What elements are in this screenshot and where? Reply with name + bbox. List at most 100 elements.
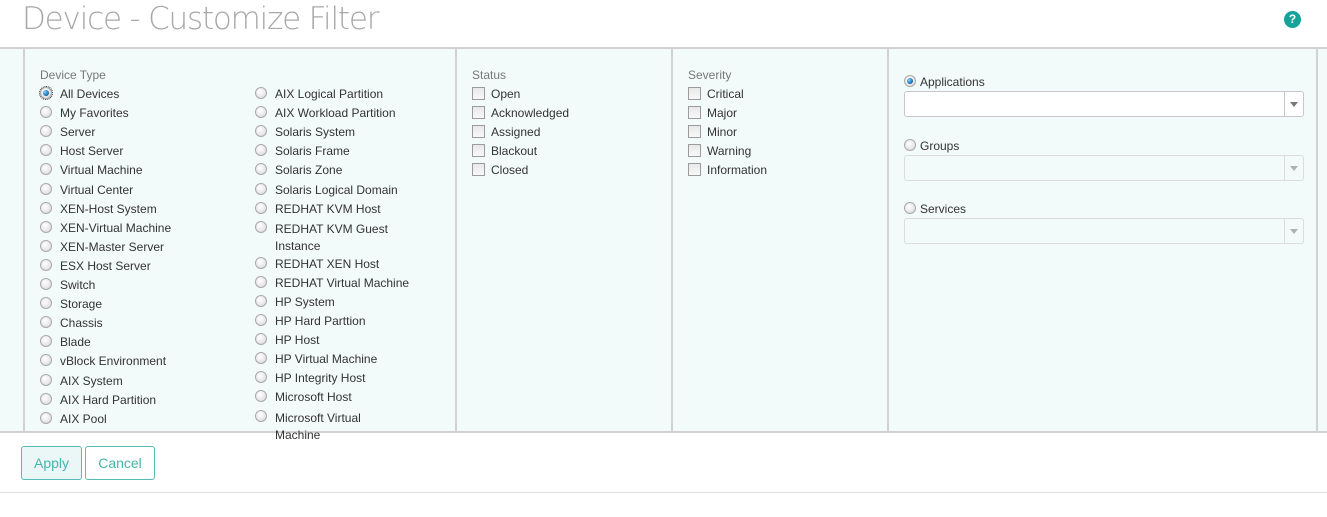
- applications-dropdown[interactable]: [904, 91, 1304, 117]
- severity-option[interactable]: Critical: [688, 87, 744, 102]
- scope-radio-applications[interactable]: Applications: [904, 75, 985, 90]
- radio-icon[interactable]: [255, 294, 267, 307]
- radio-icon[interactable]: [255, 87, 267, 99]
- device-type-option[interactable]: Storage: [40, 297, 102, 312]
- radio-icon[interactable]: [40, 220, 52, 233]
- device-type-option[interactable]: Switch: [40, 278, 95, 293]
- device-type-option[interactable]: All Devices: [39, 86, 119, 102]
- radio-icon[interactable]: [40, 258, 52, 271]
- radio-icon[interactable]: [40, 335, 52, 348]
- device-type-option[interactable]: REDHAT XEN Host: [255, 256, 379, 272]
- radio-icon[interactable]: [40, 316, 52, 329]
- device-type-option[interactable]: HP Host: [255, 333, 319, 348]
- checkbox-icon[interactable]: [472, 163, 485, 176]
- device-type-option[interactable]: Virtual Center: [40, 182, 133, 198]
- checkbox-icon[interactable]: [688, 144, 701, 157]
- radio-icon[interactable]: [40, 125, 52, 138]
- device-type-option[interactable]: ESX Host Server: [40, 258, 151, 274]
- status-option[interactable]: Acknowledged: [472, 106, 569, 121]
- device-type-option[interactable]: Microsoft Virtual Machine: [255, 409, 395, 444]
- radio-icon[interactable]: [255, 182, 267, 195]
- radio-icon[interactable]: [40, 392, 52, 405]
- checkbox-icon[interactable]: [688, 125, 701, 138]
- radio-icon[interactable]: [255, 125, 267, 138]
- radio-icon[interactable]: [40, 373, 52, 386]
- severity-option[interactable]: Information: [688, 163, 767, 178]
- device-type-option[interactable]: Host Server: [40, 144, 123, 159]
- checkbox-icon[interactable]: [688, 106, 701, 119]
- device-type-option[interactable]: HP System: [255, 294, 335, 310]
- checkbox-icon[interactable]: [472, 144, 485, 157]
- radio-icon[interactable]: [40, 144, 52, 157]
- device-type-option[interactable]: Solaris Zone: [255, 163, 342, 178]
- status-option[interactable]: Open: [472, 87, 520, 102]
- device-type-option[interactable]: HP Virtual Machine: [255, 352, 377, 367]
- radio-icon[interactable]: [255, 390, 267, 403]
- radio-icon[interactable]: [40, 201, 52, 214]
- cancel-button[interactable]: Cancel: [85, 446, 155, 480]
- device-type-option[interactable]: HP Hard Parttion: [255, 314, 366, 329]
- device-type-option[interactable]: XEN-Master Server: [40, 239, 164, 255]
- scope-radio-groups[interactable]: Groups: [904, 139, 959, 154]
- device-type-option[interactable]: REDHAT KVM Guest Instance: [255, 220, 395, 255]
- device-type-option[interactable]: Solaris Logical Domain: [255, 182, 398, 198]
- device-type-option[interactable]: AIX Pool: [40, 411, 107, 427]
- radio-icon[interactable]: [40, 106, 52, 119]
- device-type-option[interactable]: vBlock Environment: [40, 354, 166, 369]
- radio-icon[interactable]: [40, 297, 52, 310]
- radio-icon[interactable]: [40, 411, 52, 424]
- checkbox-icon[interactable]: [472, 87, 485, 100]
- checkbox-icon[interactable]: [472, 106, 485, 119]
- radio-icon[interactable]: [40, 182, 52, 195]
- device-type-option[interactable]: AIX System: [40, 373, 123, 389]
- radio-icon[interactable]: [39, 86, 53, 100]
- services-dropdown[interactable]: [904, 218, 1304, 244]
- help-icon[interactable]: ?: [1284, 11, 1301, 28]
- radio-icon[interactable]: [255, 275, 267, 288]
- radio-icon[interactable]: [255, 201, 267, 214]
- radio-icon[interactable]: [255, 106, 267, 119]
- checkbox-icon[interactable]: [472, 125, 485, 138]
- scope-radio-services[interactable]: Services: [904, 202, 966, 217]
- device-type-option[interactable]: Chassis: [40, 316, 103, 331]
- severity-option[interactable]: Warning: [688, 144, 751, 159]
- radio-icon[interactable]: [40, 163, 52, 176]
- device-type-option[interactable]: AIX Hard Partition: [40, 392, 156, 408]
- device-type-option[interactable]: My Favorites: [40, 106, 129, 121]
- device-type-option[interactable]: Server: [40, 125, 95, 140]
- device-type-option[interactable]: REDHAT Virtual Machine: [255, 275, 409, 291]
- device-type-option[interactable]: AIX Logical Partition: [255, 87, 383, 102]
- checkbox-icon[interactable]: [688, 87, 701, 100]
- groups-dropdown[interactable]: [904, 155, 1304, 181]
- radio-icon[interactable]: [255, 256, 267, 269]
- radio-icon[interactable]: [40, 354, 52, 367]
- status-option[interactable]: Blackout: [472, 144, 537, 159]
- apply-button[interactable]: Apply: [21, 446, 82, 480]
- device-type-option[interactable]: Solaris System: [255, 125, 355, 140]
- radio-icon[interactable]: [255, 333, 267, 346]
- radio-icon[interactable]: [255, 409, 267, 422]
- device-type-option[interactable]: AIX Workload Partition: [255, 106, 396, 121]
- radio-icon[interactable]: [904, 75, 916, 87]
- radio-icon[interactable]: [255, 352, 267, 365]
- radio-icon[interactable]: [255, 144, 267, 157]
- device-type-option[interactable]: XEN-Host System: [40, 201, 157, 217]
- dropdown-toggle[interactable]: [1284, 156, 1303, 180]
- device-type-option[interactable]: HP Integrity Host: [255, 371, 365, 386]
- severity-option[interactable]: Major: [688, 106, 737, 121]
- severity-option[interactable]: Minor: [688, 125, 737, 140]
- radio-icon[interactable]: [40, 278, 52, 290]
- radio-icon[interactable]: [904, 202, 916, 214]
- radio-icon[interactable]: [40, 239, 52, 252]
- radio-icon[interactable]: [904, 139, 916, 151]
- checkbox-icon[interactable]: [688, 163, 701, 176]
- status-option[interactable]: Closed: [472, 163, 528, 178]
- radio-icon[interactable]: [255, 371, 267, 384]
- radio-icon[interactable]: [255, 163, 267, 176]
- device-type-option[interactable]: Solaris Frame: [255, 144, 350, 159]
- radio-icon[interactable]: [255, 220, 267, 233]
- device-type-option[interactable]: Microsoft Host: [255, 390, 352, 405]
- device-type-option[interactable]: Blade: [40, 335, 91, 350]
- device-type-option[interactable]: XEN-Virtual Machine: [40, 220, 171, 236]
- dropdown-toggle[interactable]: [1284, 219, 1303, 243]
